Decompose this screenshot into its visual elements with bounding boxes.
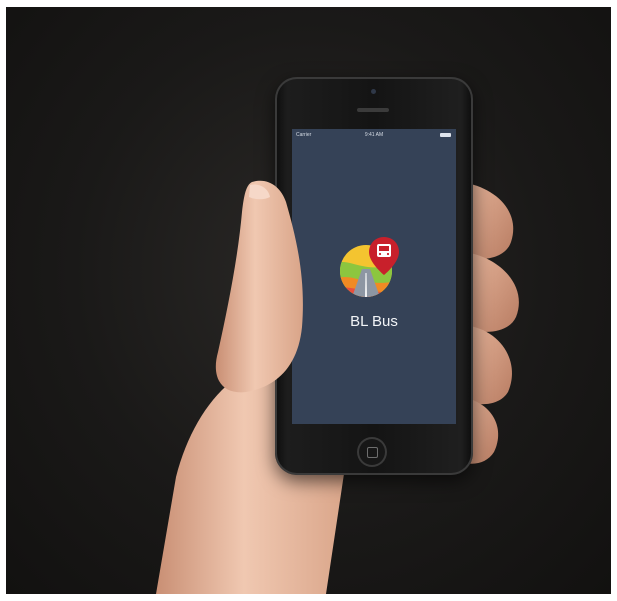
product-photo: Carrier 9:41 AM BL Bus [6,7,611,594]
thumb-illustration [215,180,303,393]
